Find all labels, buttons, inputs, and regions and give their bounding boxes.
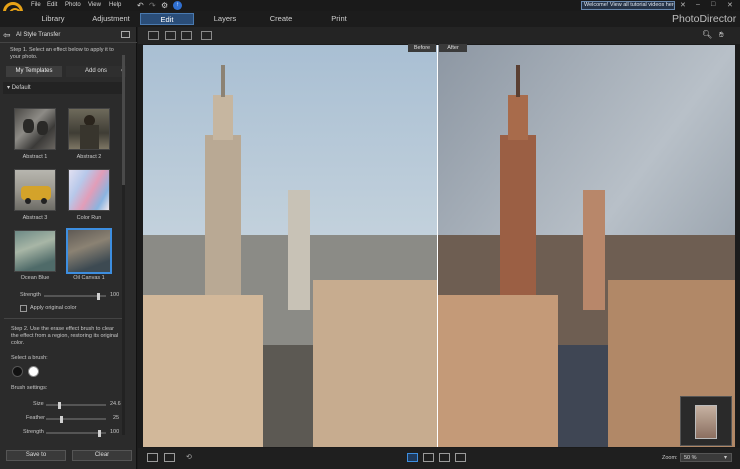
before-label: Before bbox=[408, 44, 436, 52]
thumb-label: Abstract 3 bbox=[22, 215, 48, 221]
strength-value: 100 bbox=[110, 292, 120, 298]
menu-photo[interactable]: Photo bbox=[65, 2, 81, 8]
feather-slider-knob[interactable] bbox=[60, 416, 63, 423]
step1-text: Step 1. Select an effect below to apply … bbox=[10, 47, 114, 60]
divider bbox=[4, 318, 122, 319]
brush-erase-icon[interactable] bbox=[12, 366, 23, 377]
zoom-label: Zoom: bbox=[662, 455, 678, 461]
panel-scrollbar[interactable] bbox=[122, 55, 125, 435]
after-label: After bbox=[439, 44, 467, 52]
size-slider[interactable] bbox=[46, 402, 106, 409]
export-icon[interactable] bbox=[121, 31, 130, 38]
thumb-abstract-1[interactable] bbox=[14, 108, 56, 150]
group-default-label: Default bbox=[11, 85, 31, 91]
welcome-tutorial-notice[interactable]: Welcome! View all tutorial videos here! bbox=[581, 1, 675, 10]
strength-slider[interactable] bbox=[44, 293, 106, 300]
brush-settings-label: Brush settings: bbox=[11, 385, 48, 391]
photo-preview bbox=[143, 45, 735, 447]
strength2-value: 100 bbox=[110, 429, 120, 435]
thumb-label: Abstract 1 bbox=[22, 154, 48, 160]
tab-edit[interactable]: Edit bbox=[140, 13, 194, 25]
brand-wordmark: PhotoDirector bbox=[672, 13, 737, 25]
thumb-label: Ocean Blue bbox=[20, 275, 50, 281]
step2-text: Step 2. Use the erase effect brush to cl… bbox=[11, 326, 119, 346]
before-after-toggle-icon[interactable] bbox=[423, 453, 434, 462]
brush-strength-slider-knob[interactable] bbox=[98, 430, 101, 437]
settings-gear-icon[interactable]: ⚙ bbox=[161, 1, 168, 10]
divider bbox=[0, 42, 137, 43]
thumb-oil-canvas-1[interactable] bbox=[66, 228, 112, 274]
minimize-icon[interactable]: – bbox=[696, 1, 700, 8]
compare-view-icon[interactable] bbox=[148, 31, 159, 40]
menu-help[interactable]: Help bbox=[109, 2, 121, 8]
clear-button[interactable]: Clear bbox=[72, 450, 132, 461]
fullscreen-icon[interactable] bbox=[201, 31, 212, 40]
strength2-label: Strength bbox=[23, 429, 44, 435]
tab-library[interactable]: Library bbox=[34, 13, 72, 25]
menu-edit[interactable]: Edit bbox=[47, 2, 57, 8]
upgrade-icon[interactable]: ↑ bbox=[173, 1, 182, 10]
size-slider-knob[interactable] bbox=[58, 402, 61, 409]
export-photo-icon[interactable] bbox=[439, 453, 450, 462]
feather-slider[interactable] bbox=[46, 416, 106, 423]
navigator-thumbnail[interactable] bbox=[680, 396, 732, 446]
undo-icon[interactable]: ↶ bbox=[137, 1, 144, 10]
save-to-button[interactable]: Save to bbox=[6, 450, 66, 461]
grid-view-icon[interactable] bbox=[181, 31, 192, 40]
scrollbar-thumb[interactable] bbox=[122, 55, 125, 185]
side-by-side-view-icon[interactable] bbox=[164, 453, 175, 462]
rotate-icon[interactable]: ⟲ bbox=[186, 453, 192, 461]
group-default-header[interactable]: ▾ Default bbox=[3, 82, 123, 94]
brush-restore-icon[interactable] bbox=[28, 366, 39, 377]
strength-label: Strength bbox=[20, 292, 41, 298]
thumb-ocean-blue[interactable] bbox=[14, 230, 56, 272]
feather-value: 25 bbox=[113, 415, 120, 421]
thumb-abstract-3[interactable] bbox=[14, 169, 56, 211]
close-icon[interactable]: ✕ bbox=[680, 1, 686, 9]
tab-print[interactable]: Print bbox=[322, 13, 356, 25]
compare-split-icon[interactable] bbox=[407, 453, 418, 462]
thumb-label: Abstract 2 bbox=[76, 154, 102, 160]
panel-title: AI Style Transfer bbox=[16, 32, 61, 38]
tab-adjustment[interactable]: Adjustment bbox=[88, 13, 134, 25]
size-value: 24.6 bbox=[110, 401, 121, 407]
photo-canvas[interactable] bbox=[143, 45, 735, 447]
zoom-search-icon[interactable]: 🔍︎ bbox=[702, 30, 712, 39]
hand-pan-icon[interactable]: ✋︎ bbox=[719, 30, 724, 40]
back-arrow-icon[interactable]: ⇦ bbox=[3, 30, 11, 41]
thumb-label: Oil Canvas 1 bbox=[73, 275, 105, 281]
apply-original-color-label: Apply original color bbox=[30, 305, 77, 311]
strength-slider-knob[interactable] bbox=[97, 293, 100, 300]
window-close-icon[interactable]: ✕ bbox=[727, 1, 733, 9]
before-after-divider[interactable] bbox=[437, 45, 438, 447]
redo-icon[interactable]: ↷ bbox=[149, 1, 156, 10]
select-brush-label: Select a brush: bbox=[11, 355, 48, 361]
size-label: Size bbox=[33, 401, 44, 407]
tab-layers[interactable]: Layers bbox=[206, 13, 244, 25]
tab-add-ons[interactable]: Add ons bbox=[66, 66, 126, 77]
maximize-icon[interactable]: □ bbox=[711, 1, 715, 8]
print-icon[interactable] bbox=[455, 453, 466, 462]
feather-label: Feather bbox=[26, 415, 45, 421]
apply-original-color-checkbox[interactable] bbox=[20, 305, 27, 312]
zoom-dropdown-arrow-icon[interactable]: ▾ bbox=[724, 454, 727, 461]
thumb-color-run[interactable] bbox=[68, 169, 110, 211]
thumb-abstract-2[interactable] bbox=[68, 108, 110, 150]
tab-create[interactable]: Create bbox=[262, 13, 300, 25]
navigator-viewport[interactable] bbox=[695, 405, 717, 439]
menu-view[interactable]: View bbox=[88, 2, 101, 8]
canvas-toolbar bbox=[138, 27, 740, 44]
tab-my-templates[interactable]: My Templates bbox=[6, 66, 62, 77]
brush-strength-slider[interactable] bbox=[46, 430, 106, 437]
single-photo-view-icon[interactable] bbox=[147, 453, 158, 462]
thumb-label: Color Run bbox=[76, 215, 102, 221]
menu-file[interactable]: File bbox=[31, 2, 41, 8]
single-view-icon[interactable] bbox=[165, 31, 176, 40]
